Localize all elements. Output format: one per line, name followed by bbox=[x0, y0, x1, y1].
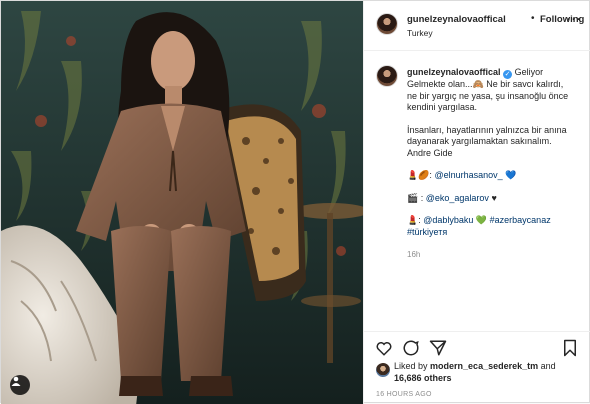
caption-section: gunelzeynalovaoffical ✓ Geliyor Gelmekte… bbox=[364, 56, 590, 326]
mention-elnurhasanov[interactable]: @elnurhasanov_ bbox=[434, 170, 502, 180]
share-icon[interactable] bbox=[429, 339, 447, 357]
liked-and: and bbox=[540, 361, 556, 371]
credit-clothing: 🎬 : @eko_agalarov ♥ bbox=[407, 192, 497, 203]
caption-para2-l2: dayanarak yargılamaktan sakınalım. bbox=[407, 136, 552, 146]
bookmark-icon[interactable] bbox=[561, 339, 579, 357]
emoji-icon: 🙈 bbox=[472, 79, 484, 89]
post-timestamp[interactable]: 16 HOURS AGO bbox=[376, 391, 432, 398]
more-options-icon[interactable]: ··· bbox=[567, 12, 587, 28]
avatar[interactable] bbox=[376, 13, 398, 35]
black-heart-icon: ♥ bbox=[491, 192, 497, 203]
post-details-panel: gunelzeynalovaoffical • Following Turkey… bbox=[363, 1, 590, 404]
caption-avatar[interactable] bbox=[376, 65, 398, 87]
caption-line2b: Ne bir savcı kalırdı, bbox=[486, 79, 564, 89]
ribbon-icon: 💄 bbox=[407, 215, 419, 225]
clapper-icon: 🎬 bbox=[407, 192, 419, 203]
hashtag-turkiye[interactable]: #türkiyетя bbox=[407, 227, 447, 237]
caption-para2-l1: İnsanları, hayatlarının yalnızca bir anı… bbox=[407, 124, 567, 135]
credit-venue: 💄: @dablybaku 💚 #azerbaycanaz #türkiyетя bbox=[407, 215, 551, 237]
post-photo-illustration bbox=[1, 1, 363, 404]
caption-text: gunelzeynalovaoffical ✓ Geliyor Gelmekte… bbox=[407, 67, 583, 261]
liked-by-prefix: Liked by bbox=[394, 361, 428, 371]
mention-dablybaku[interactable]: @dablybaku bbox=[423, 215, 473, 225]
caption-para2-l3: Andre Gide bbox=[407, 147, 453, 158]
caption-line1: Geliyor bbox=[514, 67, 544, 77]
heart-icon[interactable] bbox=[375, 339, 393, 357]
username-link[interactable]: gunelzeynalovaoffical bbox=[407, 14, 506, 25]
caption-line4: kendini yargılasa. bbox=[407, 102, 478, 112]
likes-count-link[interactable]: 16,686 others bbox=[394, 373, 452, 383]
liker-username-link[interactable]: modern_eca_sederek_tm bbox=[430, 361, 538, 371]
lipstick-icon: 💄🏉 bbox=[407, 170, 430, 180]
caption-line3: ne bir yargıç ne yasa, şu insanoğlu önce bbox=[407, 90, 569, 101]
comment-icon[interactable] bbox=[402, 339, 420, 357]
caption-username-link[interactable]: gunelzeynalovaoffical bbox=[407, 67, 501, 77]
credit-makeup: 💄🏉: @elnurhasanov_ 💙 bbox=[407, 170, 517, 180]
caption-line2: Gelmekte olan... bbox=[407, 79, 473, 89]
location-link[interactable]: Turkey bbox=[407, 28, 433, 38]
separator-dot: • bbox=[531, 13, 535, 24]
mention-eko-agalarov[interactable]: @eko_agalarov bbox=[426, 193, 489, 203]
verified-badge-icon: ✓ bbox=[503, 70, 513, 79]
blue-heart-icon: 💙 bbox=[505, 170, 517, 180]
action-bar bbox=[364, 331, 590, 361]
post-photo[interactable] bbox=[1, 1, 363, 404]
post-header: gunelzeynalovaoffical • Following Turkey… bbox=[364, 1, 590, 51]
caption-age: 16h bbox=[407, 250, 421, 259]
liker-avatar[interactable] bbox=[376, 363, 390, 377]
user-icon bbox=[11, 376, 21, 386]
hashtag-azerbaycanaz[interactable]: #azerbaycanaz bbox=[490, 215, 551, 225]
instagram-post-modal: gunelzeynalovaoffical • Following Turkey… bbox=[0, 0, 590, 404]
user-tag-button[interactable] bbox=[10, 375, 30, 395]
green-heart-icon: 💚 bbox=[475, 215, 488, 225]
